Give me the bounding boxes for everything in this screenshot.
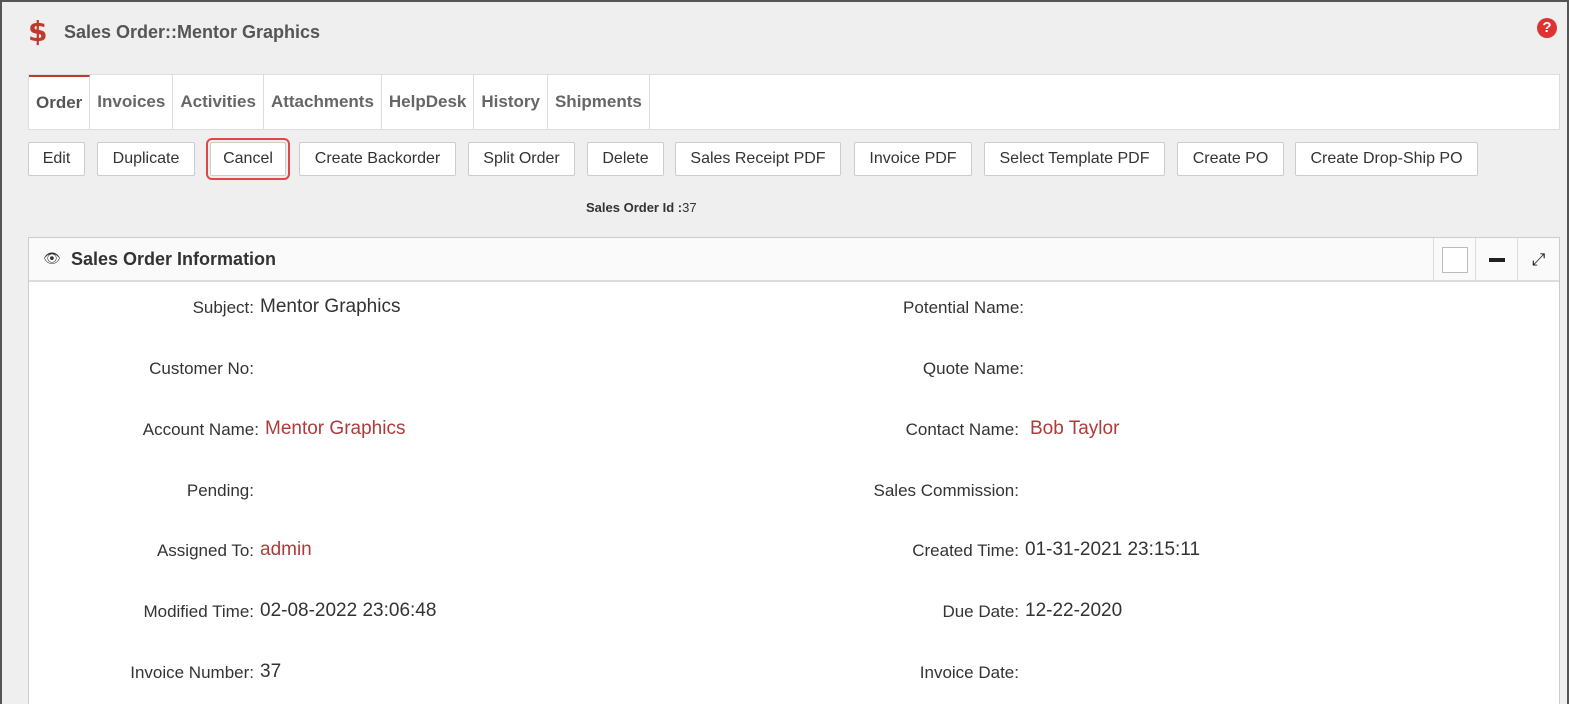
contact-name-label: Contact Name: [905,420,1019,439]
eye-icon[interactable]: 👁 [43,251,61,267]
sales-order-id-label: Sales Order Id : [586,200,683,215]
field-row: Customer No: Quote Name: [29,359,1559,389]
potential-name-label: Potential Name: [903,298,1024,317]
invoice-number-label: Invoice Number: [130,663,254,682]
minus-icon [1488,258,1505,262]
tab-order[interactable]: Order [29,75,91,129]
tab-history[interactable]: History [474,75,548,129]
expand-button[interactable]: ⤢ [1517,238,1559,282]
collapse-button[interactable] [1475,238,1517,282]
sales-receipt-pdf-button[interactable]: Sales Receipt PDF [675,142,841,176]
quote-name-label: Quote Name: [922,359,1024,378]
modified-time-value: 02-08-2022 23:06:48 [260,600,437,621]
due-date-label: Due Date: [942,602,1019,621]
panel-header: 👁 Sales Order Information ⤢ [29,238,1559,282]
customer-no-label: Customer No: [149,359,254,378]
field-row: Invoice Number: 37 Invoice Date: [29,661,1559,693]
invoice-number-value: 37 [260,661,282,682]
account-name-label: Account Name: [142,420,259,439]
create-po-button[interactable]: Create PO [1177,142,1284,176]
select-template-pdf-button[interactable]: Select Template PDF [984,142,1165,176]
sales-order-information-panel: 👁 Sales Order Information ⤢ Subject: Men… [28,237,1560,704]
panel-title: Sales Order Information [71,248,277,269]
contact-name-link[interactable]: Bob Taylor [1030,418,1119,440]
app-window: $ Sales Order::Mentor Graphics ? Order I… [0,0,1569,704]
modified-time-label: Modified Time: [143,602,254,621]
create-drop-ship-po-button[interactable]: Create Drop-Ship PO [1295,142,1478,176]
sales-commission-label: Sales Commission: [873,481,1020,500]
field-row: Assigned To: admin Created Time: 01-31-2… [29,539,1559,571]
account-name-link[interactable]: Mentor Graphics [265,418,405,440]
delete-button[interactable]: Delete [587,142,664,176]
page-title: Sales Order::Mentor Graphics [64,21,321,42]
field-row: Modified Time: 02-08-2022 23:06:48 Due D… [29,600,1559,632]
subject-value: Mentor Graphics [260,296,401,317]
tab-activities[interactable]: Activities [173,75,264,129]
cancel-button[interactable]: Cancel [206,138,290,180]
created-time-label: Created Time: [912,541,1019,560]
edit-button[interactable]: Edit [28,142,85,176]
sales-order-id-value: 37 [682,200,697,215]
tab-bar: Order Invoices Activities Attachments He… [28,74,1560,130]
panel-tools: ⤢ [1433,238,1559,282]
invoice-date-label: Invoice Date: [919,663,1019,682]
checkbox-icon [1441,247,1468,273]
page-header: $ Sales Order::Mentor Graphics [28,16,320,48]
dollar-icon: $ [28,15,48,48]
split-order-button[interactable]: Split Order [468,142,575,176]
sales-order-id: Sales Order Id :37 [586,200,697,215]
invoice-pdf-button[interactable]: Invoice PDF [854,142,972,176]
help-icon[interactable]: ? [1537,18,1557,38]
created-time-value: 01-31-2021 23:15:11 [1025,539,1201,560]
assigned-to-link[interactable]: admin [260,539,312,561]
subject-label: Subject: [192,298,254,317]
create-backorder-button[interactable]: Create Backorder [299,142,456,176]
field-row: Subject: Mentor Graphics Potential Name: [29,296,1559,328]
field-row: Pending: Sales Commission: [29,481,1559,511]
tab-invoices[interactable]: Invoices [90,75,174,129]
field-row: Account Name: Mentor Graphics Contact Na… [29,418,1559,450]
duplicate-button[interactable]: Duplicate [97,142,195,176]
tab-shipments[interactable]: Shipments [548,75,650,129]
assigned-to-label: Assigned To: [156,541,254,560]
due-date-value: 12-22-2020 [1025,600,1123,621]
tab-helpdesk[interactable]: HelpDesk [382,75,475,129]
expand-icon: ⤢ [1531,250,1546,270]
pending-label: Pending: [186,481,254,500]
tab-attachments[interactable]: Attachments [264,75,382,129]
panel-select-toggle[interactable] [1433,238,1475,282]
